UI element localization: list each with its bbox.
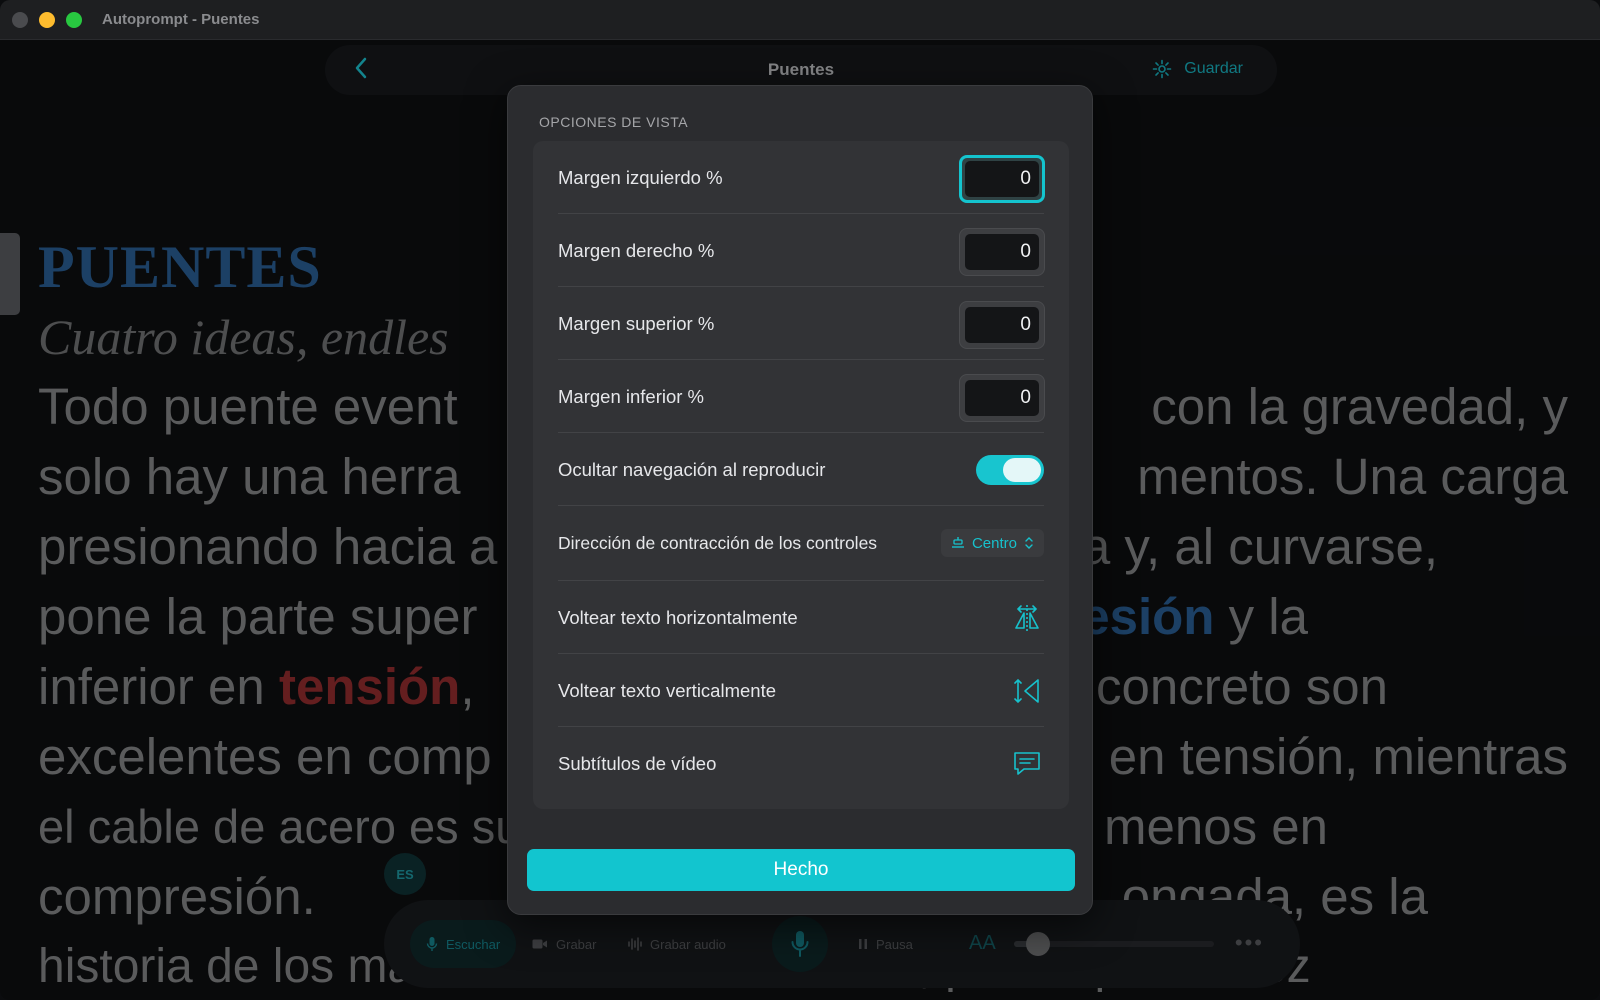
subtitles-row: Subtítulos de vídeo (533, 727, 1069, 800)
view-options-dialog: OPCIONES DE VISTA Margen izquierdo % Mar… (507, 85, 1093, 915)
hide-nav-row: Ocultar navegación al reproducir (533, 433, 1069, 506)
align-center-icon (951, 537, 964, 548)
margin-right-input[interactable] (965, 234, 1039, 270)
hide-nav-label: Ocultar navegación al reproducir (558, 458, 826, 480)
flip-horizontal-label: Voltear texto horizontalmente (558, 606, 798, 628)
flip-vertical-row: Voltear texto verticalmente (533, 654, 1069, 727)
flip-horizontal-row: Voltear texto horizontalmente (533, 581, 1069, 654)
section-label: OPCIONES DE VISTA (539, 114, 689, 130)
collapse-direction-row: Dirección de contracción de los controle… (533, 506, 1069, 581)
chevron-up-down-icon (1025, 537, 1033, 549)
flip-horizontal-button[interactable] (1009, 600, 1045, 636)
margin-bottom-label: Margen inferior % (558, 385, 705, 407)
subtitles-label: Subtítulos de vídeo (558, 752, 717, 774)
toggle-knob (1003, 458, 1041, 482)
margin-bottom-row: Margen inferior % (533, 360, 1069, 433)
maximize-window-button[interactable] (66, 11, 82, 28)
margin-left-label: Margen izquierdo % (558, 166, 723, 188)
subtitles-button[interactable] (1009, 746, 1045, 782)
margin-left-field-wrap (959, 155, 1045, 203)
window-controls (12, 11, 82, 28)
margin-right-label: Margen derecho % (558, 239, 715, 261)
hide-nav-toggle[interactable] (976, 455, 1044, 485)
close-window-button[interactable] (12, 11, 28, 28)
app-window: Autoprompt - Puentes Puentes Guardar PUE… (0, 0, 1600, 1000)
collapse-direction-value: Centro (971, 534, 1017, 552)
margin-left-row: Margen izquierdo % (533, 141, 1069, 214)
margin-right-row: Margen derecho % (533, 214, 1069, 287)
margin-right-field-wrap (959, 228, 1045, 276)
captions-icon (1014, 752, 1040, 775)
margin-top-field-wrap (959, 301, 1045, 349)
flip-vertical-icon (1014, 678, 1039, 704)
margin-left-input[interactable] (965, 161, 1039, 197)
margin-top-row: Margen superior % (533, 287, 1069, 360)
margin-bottom-field-wrap (959, 374, 1045, 422)
minimize-window-button[interactable] (39, 11, 55, 28)
flip-vertical-label: Voltear texto verticalmente (558, 679, 776, 701)
margin-bottom-input[interactable] (965, 380, 1039, 416)
options-group: Margen izquierdo % Margen derecho % Marg… (533, 141, 1069, 809)
margin-top-input[interactable] (965, 307, 1039, 343)
flip-horizontal-icon (1015, 605, 1039, 631)
collapse-direction-select[interactable]: Centro (940, 529, 1044, 557)
window-title: Autoprompt - Puentes (102, 11, 260, 28)
flip-vertical-button[interactable] (1009, 673, 1045, 709)
title-bar: Autoprompt - Puentes (0, 0, 1600, 40)
done-button[interactable]: Hecho (527, 849, 1075, 891)
collapse-direction-label: Dirección de contracción de los controle… (558, 533, 878, 553)
margin-top-label: Margen superior % (558, 312, 715, 334)
